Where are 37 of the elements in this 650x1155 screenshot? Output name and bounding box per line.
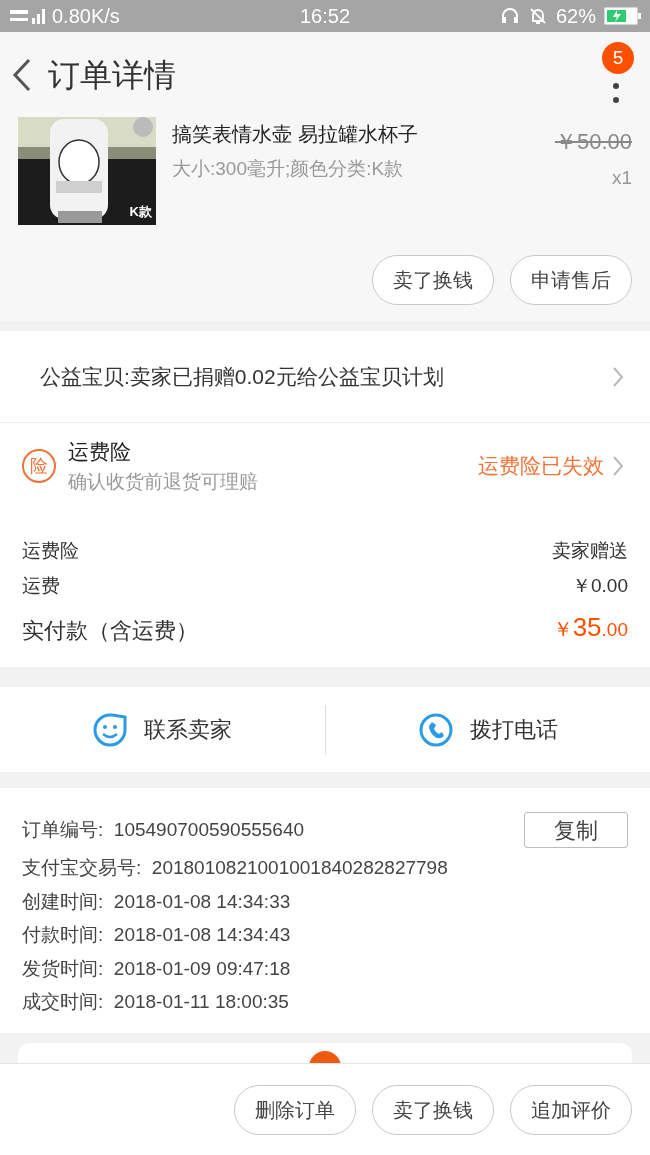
insurance-status: 运费险已失效	[478, 453, 604, 480]
original-price: ￥50.00	[554, 128, 632, 156]
info-row-text: 发货时间: 2018-01-09 09:47:18	[22, 956, 292, 981]
total-label: 实付款（含运费）	[22, 617, 198, 645]
product-spec: 大小:300毫升;颜色分类:K款	[172, 157, 405, 181]
contact-button[interactable]: 联系卖家	[0, 704, 325, 755]
copy-button[interactable]: 复制	[524, 812, 628, 848]
action-button[interactable]: 卖了换钱	[372, 1084, 494, 1135]
info-row-text: 支付宝交易号: 2018010821001001840282827798	[22, 856, 449, 880]
insurance-subtitle: 确认收货前退货可理赔	[68, 469, 259, 494]
notification-badge: 5	[602, 42, 634, 74]
contact-button[interactable]: 拨打电话	[324, 704, 650, 755]
order-number: 订单编号: 105490700590555640	[22, 817, 305, 842]
action-button[interactable]: 申请售后	[510, 255, 632, 305]
insurance-row[interactable]: 险 运费险 确认收货前退货可理赔 运费险已失效	[0, 423, 650, 509]
fee-value: ￥0.00	[572, 573, 628, 598]
action-button[interactable]: 卖了换钱	[372, 255, 494, 305]
action-button[interactable]: 删除订单	[234, 1084, 356, 1135]
product-name: 搞笑表情水壶 易拉罐水杯子	[172, 122, 419, 147]
charity-text: 公益宝贝:卖家已捐赠0.02元给公益宝贝计划	[40, 363, 445, 390]
quantity: x1	[611, 166, 632, 190]
insurance-icon: 险	[22, 449, 56, 483]
fee-label: 运费险	[22, 539, 79, 563]
clock: 16:52	[298, 4, 351, 29]
charity-row[interactable]: 公益宝贝:卖家已捐赠0.02元给公益宝贝计划	[0, 331, 650, 423]
network-speed: 0.80K/s	[52, 4, 120, 29]
action-button[interactable]: 追加评价	[510, 1084, 632, 1135]
info-row-text: 创建时间: 2018-01-08 14:34:33	[22, 889, 292, 914]
image-label: K款	[129, 202, 152, 221]
fee-value: 卖家赠送	[552, 539, 628, 563]
info-row-text: 付款时间: 2018-01-08 14:34:43	[22, 923, 292, 947]
fee-label: 运费	[22, 573, 60, 598]
info-row-text: 成交时间: 2018-01-11 18:00:35	[22, 990, 290, 1014]
insurance-title: 运费险	[68, 439, 132, 465]
page-title: 订单详情	[48, 56, 176, 95]
battery-percent: 62%	[555, 4, 596, 29]
total-amount: ￥35.00	[552, 611, 628, 644]
